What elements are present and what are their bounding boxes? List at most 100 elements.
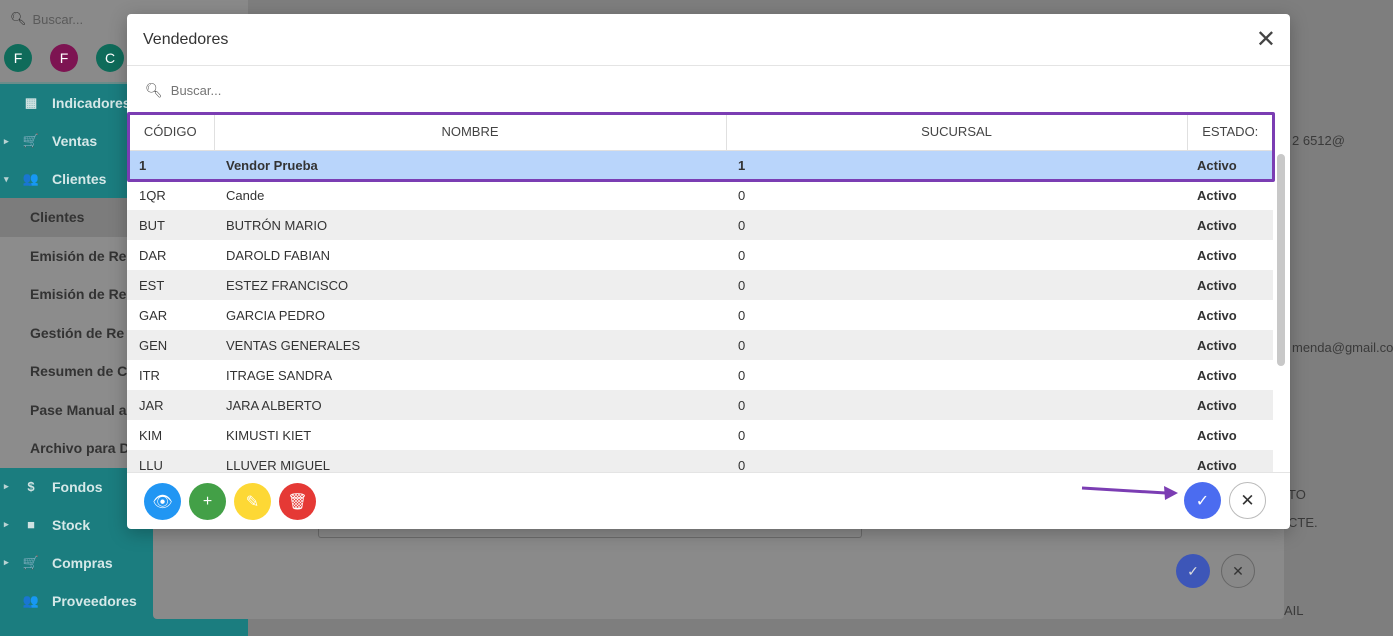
- caret-icon: ▸: [4, 519, 9, 529]
- confirm-button[interactable]: ✓: [1184, 482, 1221, 519]
- dashboard-icon: ▦: [24, 95, 38, 110]
- background-confirm-button: ✓: [1176, 554, 1210, 588]
- cell-sucursal: 0: [726, 270, 1187, 300]
- table-row[interactable]: GAR GARCIA PEDRO 0 Activo: [127, 300, 1273, 330]
- cell-sucursal: 0: [726, 210, 1187, 240]
- table-header-row: CÓDIGO NOMBRE SUCURSAL ESTADO:: [127, 114, 1273, 151]
- table-row[interactable]: DAR DAROLD FABIAN 0 Activo: [127, 240, 1273, 270]
- avatar[interactable]: F: [50, 44, 78, 72]
- cell-nombre: Vendor Prueba: [214, 150, 726, 180]
- avatar[interactable]: F: [4, 44, 32, 72]
- table-row[interactable]: EST ESTEZ FRANCISCO 0 Activo: [127, 270, 1273, 300]
- delete-button[interactable]: 🗑: [279, 483, 316, 520]
- cell-nombre: BUTRÓN MARIO: [214, 210, 726, 240]
- trash-icon: 🗑: [287, 493, 308, 511]
- sidebar-item-label: Ventas: [52, 133, 98, 149]
- cart-icon: 🛒: [22, 554, 40, 570]
- table-row[interactable]: LLU LLUVER MIGUEL 0 Activo: [127, 450, 1273, 472]
- cell-nombre: KIMUSTI KIET: [214, 420, 726, 450]
- cell-codigo: EST: [127, 270, 214, 300]
- cell-estado: Activo: [1187, 210, 1273, 240]
- cell-estado: Activo: [1187, 270, 1273, 300]
- cell-codigo: BUT: [127, 210, 214, 240]
- background-text: TO: [1288, 487, 1306, 502]
- cell-nombre: DAROLD FABIAN: [214, 240, 726, 270]
- modal-title: Vendedores: [143, 30, 229, 48]
- cell-estado: Activo: [1187, 150, 1273, 180]
- search-input[interactable]: [170, 82, 671, 98]
- column-header-codigo[interactable]: CÓDIGO: [127, 114, 215, 151]
- cell-codigo: DAR: [127, 240, 214, 270]
- edit-button[interactable]: ✎: [234, 483, 271, 520]
- caret-icon: ▸: [4, 557, 9, 567]
- background-text: menda@gmail.con: [1292, 340, 1393, 355]
- cell-nombre: JARA ALBERTO: [214, 390, 726, 420]
- background-cancel-button: ✕: [1221, 554, 1255, 588]
- cell-codigo: JAR: [127, 390, 214, 420]
- cell-sucursal: 1: [726, 150, 1187, 180]
- sidebar-item-label: Fondos: [52, 478, 103, 495]
- column-header-estado[interactable]: ESTADO:: [1187, 114, 1273, 151]
- cell-sucursal: 0: [726, 330, 1187, 360]
- cell-sucursal: 0: [726, 450, 1187, 472]
- cell-sucursal: 0: [726, 240, 1187, 270]
- cell-codigo: KIM: [127, 420, 214, 450]
- cell-nombre: VENTAS GENERALES: [214, 330, 726, 360]
- table-scrollbar[interactable]: [1277, 154, 1285, 366]
- cart-icon: 🛒: [22, 133, 40, 148]
- sidebar-item-label: Indicadores: [52, 95, 131, 111]
- column-header-nombre[interactable]: NOMBRE: [214, 114, 727, 151]
- cell-nombre: ITRAGE SANDRA: [214, 360, 726, 390]
- cell-sucursal: 0: [726, 420, 1187, 450]
- search-icon: 🔍︎: [145, 81, 163, 98]
- caret-icon: ▸: [4, 481, 9, 491]
- table-row[interactable]: ITR ITRAGE SANDRA 0 Activo: [127, 360, 1273, 390]
- vendedores-table-container: CÓDIGO NOMBRE SUCURSAL ESTADO: 1 Vendor P…: [127, 114, 1290, 472]
- check-icon: ✓: [1195, 492, 1210, 510]
- avatar[interactable]: C: [96, 44, 124, 72]
- table-row[interactable]: BUT BUTRÓN MARIO 0 Activo: [127, 210, 1273, 240]
- add-button[interactable]: +: [189, 483, 226, 520]
- cell-sucursal: 0: [726, 390, 1187, 420]
- cell-estado: Activo: [1187, 450, 1273, 472]
- table-row[interactable]: 1 Vendor Prueba 1 Activo: [127, 150, 1273, 180]
- cell-estado: Activo: [1187, 300, 1273, 330]
- cell-codigo: 1: [127, 150, 214, 180]
- cell-codigo: 1QR: [127, 180, 214, 210]
- sidebar-item-label: Compras: [52, 554, 113, 571]
- vendedores-modal: Vendedores ✕ 🔍︎ CÓDIGO NOMBRE SUCURSAL E…: [127, 14, 1290, 529]
- cell-estado: Activo: [1187, 180, 1273, 210]
- close-icon[interactable]: ✕: [1256, 27, 1276, 52]
- column-header-sucursal[interactable]: SUCURSAL: [726, 114, 1188, 151]
- cell-estado: Activo: [1187, 240, 1273, 270]
- vendedores-table: CÓDIGO NOMBRE SUCURSAL ESTADO: 1 Vendor P…: [127, 114, 1273, 472]
- pencil-icon: ✎: [245, 493, 260, 511]
- table-row[interactable]: GEN VENTAS GENERALES 0 Activo: [127, 330, 1273, 360]
- eye-icon: 👁: [152, 493, 173, 511]
- cancel-button[interactable]: ✕: [1229, 482, 1266, 519]
- table-row[interactable]: JAR JARA ALBERTO 0 Activo: [127, 390, 1273, 420]
- table-row[interactable]: KIM KIMUSTI KIET 0 Activo: [127, 420, 1273, 450]
- people-icon: 👥: [22, 171, 40, 186]
- search-bar: 🔍︎: [127, 66, 1290, 114]
- background-text: CTE.: [1288, 515, 1318, 530]
- cell-codigo: GAR: [127, 300, 214, 330]
- cell-sucursal: 0: [726, 300, 1187, 330]
- modal-header: Vendedores ✕: [127, 14, 1290, 66]
- background-text: AIL: [1284, 603, 1304, 618]
- cell-nombre: LLUVER MIGUEL: [214, 450, 726, 472]
- sidebar-item-label: Stock: [52, 516, 91, 533]
- cell-codigo: ITR: [127, 360, 214, 390]
- sidebar-search-placeholder: Buscar...: [32, 11, 84, 27]
- plus-icon: +: [202, 492, 213, 510]
- cell-estado: Activo: [1187, 360, 1273, 390]
- search-icon: 🔍︎: [10, 11, 27, 26]
- cell-estado: Activo: [1187, 390, 1273, 420]
- caret-icon: ▾: [4, 173, 9, 184]
- close-icon: ✕: [1240, 490, 1255, 510]
- cell-sucursal: 0: [726, 360, 1187, 390]
- cell-codigo: GEN: [127, 330, 214, 360]
- view-button[interactable]: 👁: [144, 483, 181, 520]
- table-row[interactable]: 1QR Cande 0 Activo: [127, 180, 1273, 210]
- cell-estado: Activo: [1187, 420, 1273, 450]
